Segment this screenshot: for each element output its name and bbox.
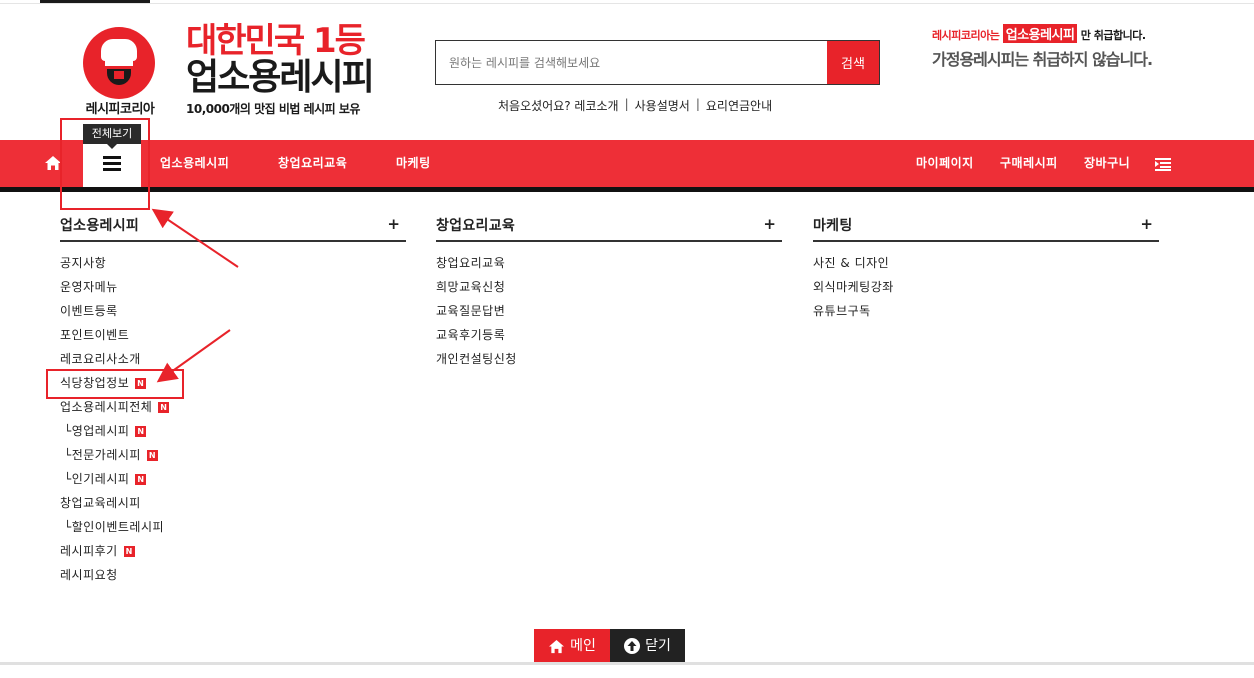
- menu-item[interactable]: 교육질문답변: [436, 302, 782, 326]
- nav-bottom-border: [0, 187, 1254, 192]
- menu-item-label: 레시피요청: [60, 568, 118, 582]
- link-manual[interactable]: 사용설명서: [635, 97, 690, 114]
- new-badge-icon: N: [158, 402, 170, 413]
- menu-item-label: 업소용레시피전체: [60, 400, 153, 414]
- close-button[interactable]: 닫기: [610, 629, 685, 663]
- brand-slogan-line1: 대한민국 1등: [186, 21, 366, 61]
- close-button-label: 닫기: [645, 638, 671, 654]
- link-pension[interactable]: 요리연금안내: [706, 97, 772, 114]
- menu-item[interactable]: 창업교육레시피: [60, 494, 406, 518]
- menu-item[interactable]: └할인이벤트레시피: [60, 518, 406, 542]
- search-box: 검색: [435, 40, 880, 85]
- menu-item[interactable]: 이벤트등록: [60, 302, 406, 326]
- menu-item[interactable]: 포인트이벤트: [60, 326, 406, 350]
- promo-badge: 업소용레시피: [1002, 24, 1078, 43]
- menu-item-label: └할인이벤트레시피: [64, 520, 165, 534]
- main-button-label: 메인: [570, 638, 596, 654]
- link-about[interactable]: 처음오셨어요? 레코소개: [498, 97, 619, 114]
- list-menu-icon[interactable]: [1155, 158, 1171, 171]
- column-title: 창업요리교육: [436, 218, 516, 234]
- menu-item-label: 유튜브구독: [813, 304, 871, 318]
- menu-item-label: 공지사항: [60, 256, 107, 270]
- menu-item-label: 운영자메뉴: [60, 280, 118, 294]
- menu-item[interactable]: 희망교육신청: [436, 278, 782, 302]
- annotation-box-menu: [60, 118, 150, 210]
- expand-plus-icon[interactable]: +: [763, 215, 776, 233]
- search-input[interactable]: [436, 41, 828, 84]
- top-divider: [0, 3, 1254, 4]
- menu-item-label: 교육질문답변: [436, 304, 506, 318]
- brand-subtitle: 10,000개의 맛집 비법 레시피 보유: [186, 102, 360, 116]
- menu-item-label: 창업교육레시피: [60, 496, 141, 510]
- expand-plus-icon[interactable]: +: [1140, 215, 1153, 233]
- nav-item-cart[interactable]: 장바구니: [1084, 140, 1130, 187]
- main-button[interactable]: 메인: [534, 629, 610, 663]
- nav-item-startup-education[interactable]: 창업요리교육: [278, 140, 347, 187]
- menu-item-label: 포인트이벤트: [60, 328, 130, 342]
- menu-item[interactable]: 개인컨설팅신청: [436, 350, 782, 374]
- menu-item[interactable]: 사진 & 디자인: [813, 254, 1159, 278]
- new-badge-icon: N: [135, 426, 147, 437]
- column-title: 마케팅: [813, 218, 853, 234]
- main-nav: 업소용레시피 창업요리교육 마케팅 마이페이지 구매레시피 장바구니: [0, 140, 1254, 187]
- menu-item-label: 이벤트등록: [60, 304, 118, 318]
- nav-item-marketing[interactable]: 마케팅: [396, 140, 431, 187]
- menu-item[interactable]: └영업레시피 N: [60, 422, 406, 446]
- menu-item-label: 레코요리사소개: [60, 352, 141, 366]
- header-sub-links: 처음오셨어요? 레코소개 | 사용설명서 | 요리연금안내: [498, 97, 772, 114]
- menu-column-commercial-recipes: 업소용레시피 + 공지사항 운영자메뉴 이벤트등록 포인트이벤트 레코요리사소개 식당창업…: [60, 211, 406, 590]
- menu-column-marketing: 마케팅 + 사진 & 디자인외식마케팅강좌유튜브구독: [813, 211, 1159, 326]
- search-button[interactable]: 검색: [827, 41, 879, 84]
- new-badge-icon: N: [123, 546, 135, 557]
- brand-slogan-line2: 업소용레시피: [186, 57, 375, 98]
- nav-item-mypage[interactable]: 마이페이지: [916, 140, 974, 187]
- menu-item-label: 사진 & 디자인: [813, 256, 890, 270]
- bottom-divider: [0, 662, 1254, 665]
- home-icon: [549, 639, 565, 653]
- menu-item-label: 개인컨설팅신청: [436, 352, 517, 366]
- menu-item[interactable]: 레시피요청: [60, 566, 406, 590]
- menu-item-label: 교육후기등록: [436, 328, 506, 342]
- annotation-box-item: [46, 369, 184, 399]
- menu-item[interactable]: 공지사항: [60, 254, 406, 278]
- logo-name: 레시피코리아: [85, 102, 155, 117]
- menu-item[interactable]: 유튜브구독: [813, 302, 1159, 326]
- promo-line2: 가정용레시피는 취급하지 않습니다.: [932, 50, 1153, 69]
- new-badge-icon: N: [146, 450, 158, 461]
- menu-item-label: └영업레시피: [64, 424, 130, 438]
- menu-item-label: 외식마케팅강좌: [813, 280, 894, 294]
- menu-item[interactable]: └전문가레시피 N: [60, 446, 406, 470]
- nav-item-commercial-recipes[interactable]: 업소용레시피: [160, 140, 229, 187]
- menu-item[interactable]: 교육후기등록: [436, 326, 782, 350]
- expand-plus-icon[interactable]: +: [387, 215, 400, 233]
- menu-item[interactable]: └인기레시피 N: [60, 470, 406, 494]
- column-title: 업소용레시피: [60, 218, 140, 234]
- arrow-up-circle-icon: [624, 638, 641, 654]
- menu-item[interactable]: 외식마케팅강좌: [813, 278, 1159, 302]
- menu-item-label: 레시피후기: [60, 544, 118, 558]
- separator: |: [624, 97, 629, 111]
- promo-line1: 레시피코리아는 업소용레시피 만 취급합니다.: [932, 24, 1146, 43]
- nav-item-purchased-recipes[interactable]: 구매레시피: [1000, 140, 1058, 187]
- menu-item[interactable]: 창업요리교육: [436, 254, 782, 278]
- menu-item[interactable]: 업소용레시피전체 N: [60, 398, 406, 422]
- menu-item-label: 희망교육신청: [436, 280, 506, 294]
- chef-logo-icon[interactable]: [83, 27, 155, 99]
- separator: |: [695, 97, 700, 111]
- menu-column-startup-education: 창업요리교육 + 창업요리교육희망교육신청교육질문답변교육후기등록개인컨설팅신청: [436, 211, 782, 374]
- menu-item[interactable]: 운영자메뉴: [60, 278, 406, 302]
- menu-item-label: └인기레시피: [64, 472, 130, 486]
- menu-item-label: └전문가레시피: [64, 448, 141, 462]
- menu-item[interactable]: 레시피후기 N: [60, 542, 406, 566]
- new-badge-icon: N: [135, 474, 147, 485]
- menu-item-label: 창업요리교육: [436, 256, 506, 270]
